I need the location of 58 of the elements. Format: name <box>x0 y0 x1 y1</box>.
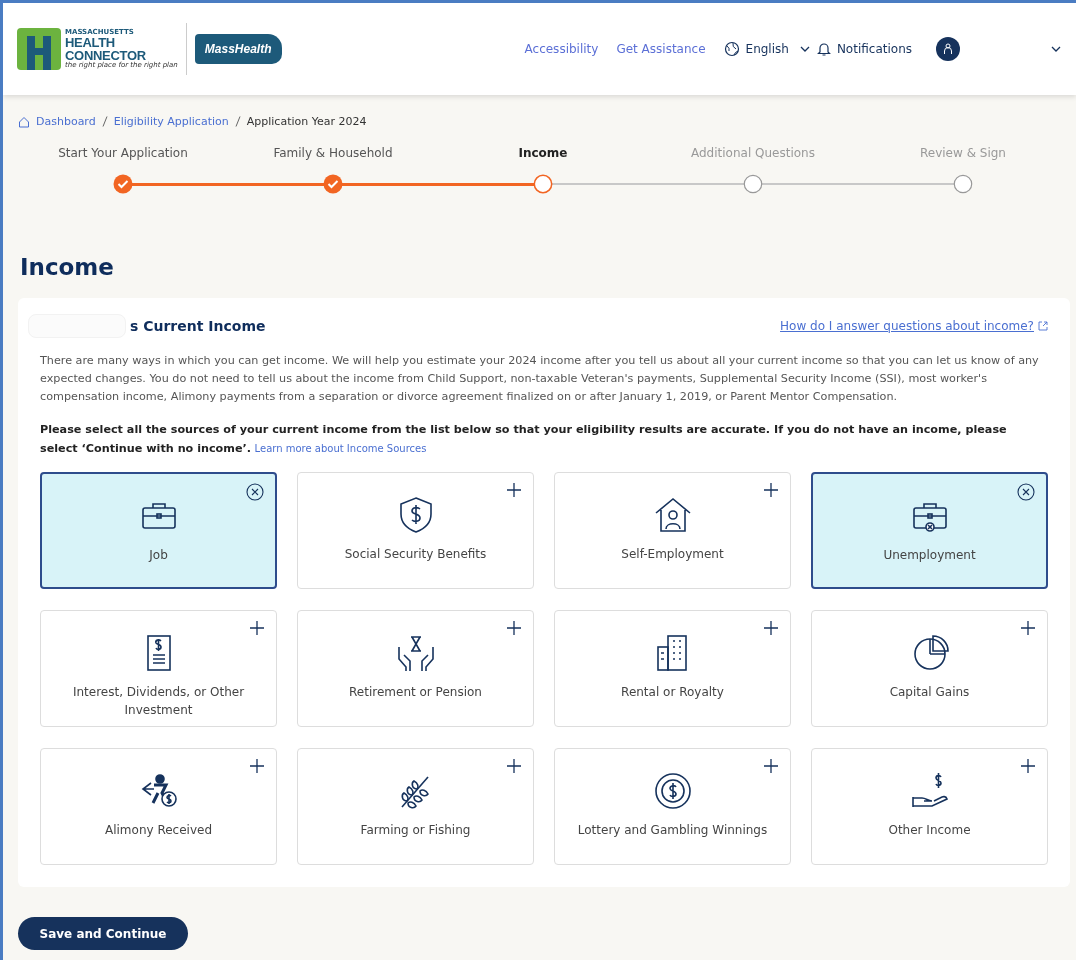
external-link-icon <box>1038 321 1048 331</box>
bell-icon <box>816 41 831 57</box>
instruction-text: Please select all the sources of your current income from the list below so that your eligibility results are accurate. If you do not have an income, please select ‘Continue with no income’. Learn more about Income Sources <box>40 422 1008 457</box>
income-source-tile[interactable]: Self-Employment <box>554 472 791 589</box>
income-source-tile[interactable]: Farming or Fishing <box>297 748 534 865</box>
remove-icon[interactable] <box>1017 483 1035 501</box>
add-icon[interactable] <box>506 758 522 774</box>
logo-text: CONNECTOR <box>65 49 146 62</box>
step-label: Start Your Application <box>58 146 188 162</box>
nav-link[interactable]: Accessibility <box>524 42 599 56</box>
learn-more-link[interactable]: Learn more about Income Sources <box>254 443 427 454</box>
nav-link[interactable]: Get Assistance <box>616 42 706 56</box>
add-icon[interactable] <box>763 482 779 498</box>
step-label: Income <box>518 146 568 162</box>
coin-icon <box>652 771 693 811</box>
remove-icon[interactable] <box>246 483 264 501</box>
income-source-tile[interactable]: Other Income <box>811 748 1048 865</box>
income-source-tile[interactable]: Unemployment <box>811 472 1048 589</box>
save-and-continue-button[interactable]: Save and Continue <box>18 917 188 950</box>
income-source-tile[interactable]: Social Security Benefits <box>297 472 534 589</box>
help-link[interactable]: How do I answer questions about income? <box>780 319 1034 333</box>
step-label: Additional Questions <box>691 146 815 162</box>
add-icon[interactable] <box>763 620 779 636</box>
income-source-tile[interactable]: Capital Gains <box>811 610 1048 727</box>
breadcrumb-separator-icon <box>234 116 241 127</box>
income-source-tile[interactable]: Rental or Royalty <box>554 610 791 727</box>
section-title: s Current Income <box>130 318 267 334</box>
income-source-tile[interactable]: Retirement or Pension <box>297 610 534 727</box>
globe-icon <box>723 41 740 57</box>
add-icon[interactable] <box>1020 758 1036 774</box>
logo-text: HEALTH <box>65 36 116 49</box>
breadcrumb-current-page: Application Year 2024 <box>246 115 367 128</box>
add-icon[interactable] <box>506 482 522 498</box>
step-label: Family & Household <box>273 146 393 162</box>
income-source-tile[interactable]: Alimony Received <box>40 748 277 865</box>
add-icon[interactable] <box>763 758 779 774</box>
h-logo-icon <box>17 28 61 70</box>
add-icon[interactable] <box>249 620 265 636</box>
notifications-link[interactable]: Notifications <box>836 42 912 56</box>
language-selector[interactable]: English <box>745 42 789 56</box>
income-source-tile[interactable]: Lottery and Gambling Winnings <box>554 748 791 865</box>
hands-hourglass-icon <box>395 633 436 673</box>
chevron-down-icon[interactable] <box>1050 45 1062 53</box>
add-icon[interactable] <box>506 620 522 636</box>
breadcrumb-link[interactable]: Dashboard <box>36 115 96 128</box>
page-title: Income <box>20 254 115 280</box>
income-source-tile[interactable]: Interest, Dividends, or Other Investment <box>40 610 277 727</box>
breadcrumb-separator-icon <box>101 116 108 127</box>
masshealth-logo[interactable]: MassHealth <box>194 34 282 64</box>
income-source-tile[interactable]: Job <box>40 472 277 589</box>
intro-text: There are many ways in which you can get income. We will help you estimate your 2024 income after you tell us about all your current income so that you can let us know of any expected changes. You do not need to tell us about the income from Child Support, non-taxable Veteran's payments, Supplemental Security Income (SSI), most worker's compensation income, Alimony payments from a separation or divorce agreement finalized on or after January 1, 2019, or Parent Mentor Compensation. <box>40 353 1040 405</box>
chevron-down-icon <box>798 45 811 53</box>
add-icon[interactable] <box>1020 620 1036 636</box>
breadcrumb-link[interactable]: Eligibility Application <box>113 115 229 128</box>
step-label: Review & Sign <box>920 146 1006 162</box>
home-icon <box>18 115 30 128</box>
avatar-icon[interactable] <box>936 37 960 61</box>
add-icon[interactable] <box>249 758 265 774</box>
